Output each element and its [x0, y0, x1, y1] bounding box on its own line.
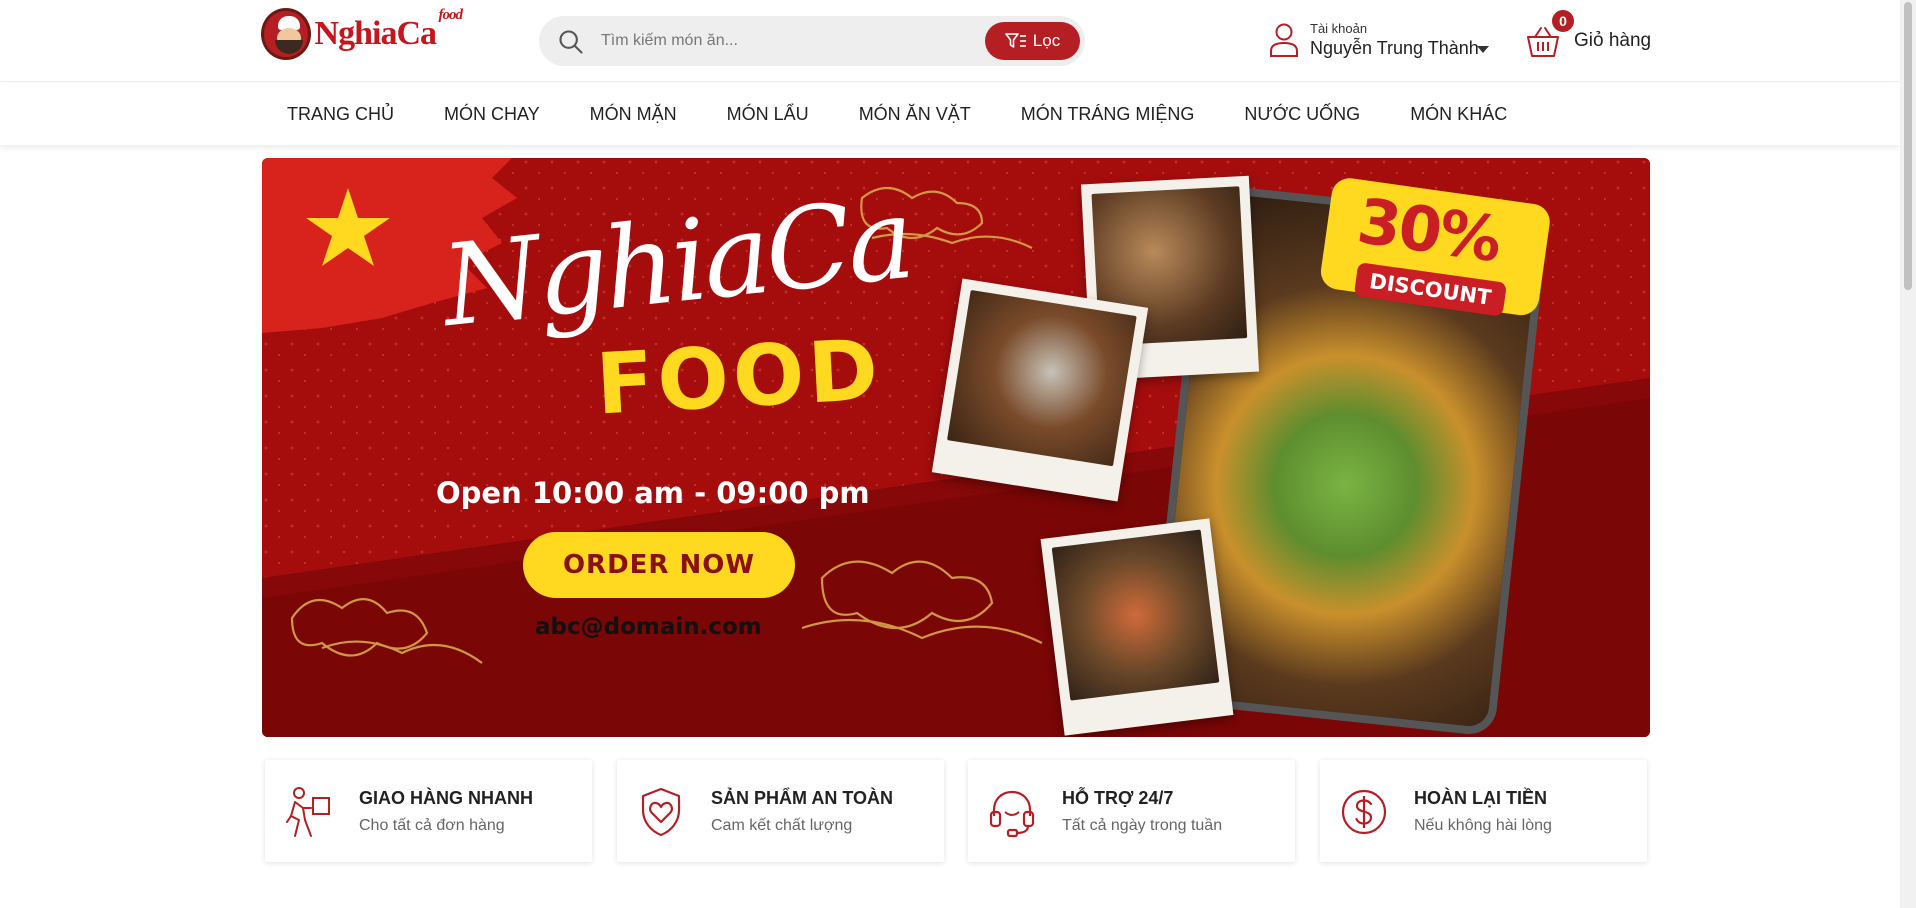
main-nav: TRANG CHỦ MÓN CHAY MÓN MẶN MÓN LẨU MÓN Ă…: [0, 83, 1900, 145]
feature-card-refund: HOÀN LẠI TIỀN Nếu không hài lòng: [1320, 760, 1647, 862]
user-icon: [1270, 23, 1298, 57]
feature-card-support: HỖ TRỢ 24/7 Tất cả ngày trong tuần: [968, 760, 1295, 862]
nav-item-other[interactable]: MÓN KHÁC: [1385, 104, 1532, 125]
polaroid-photo-2: [931, 278, 1149, 502]
feature-title: GIAO HÀNG NHANH: [359, 788, 533, 808]
site-header: NghiaCa food Lọc: [0, 0, 1900, 82]
feature-subtitle: Cho tất cả đơn hàng: [359, 817, 505, 834]
delivery-icon: [286, 787, 330, 837]
account-menu[interactable]: Tài khoản Nguyễn Trung Thành: [1268, 18, 1498, 66]
nav-item-desserts[interactable]: MÓN TRÁNG MIỆNG: [996, 104, 1220, 125]
feature-subtitle: Cam kết chất lượng: [711, 817, 853, 834]
logo-text: NghiaCa food: [314, 7, 463, 52]
dollar-icon: [1341, 789, 1387, 835]
cart-count-badge: 0: [1550, 8, 1576, 34]
search-bar: Lọc: [539, 16, 1085, 66]
filter-label: Lọc: [1032, 31, 1061, 50]
feature-title: SẢN PHẨM AN TOÀN: [711, 788, 894, 808]
feature-card-safety: SẢN PHẨM AN TOÀN Cam kết chất lượng: [617, 760, 944, 862]
contact-email: abc@domain.com: [535, 614, 762, 640]
nav-item-vegetarian[interactable]: MÓN CHAY: [419, 104, 565, 125]
opening-hours: Open 10:00 am - 09:00 pm: [436, 476, 870, 510]
filter-button[interactable]: Lọc: [985, 22, 1080, 60]
nav-item-home[interactable]: TRANG CHỦ: [262, 104, 419, 125]
cart-label: Giỏ hàng: [1574, 30, 1652, 51]
search-input[interactable]: [601, 26, 961, 56]
page-scrollbar[interactable]: [1900, 0, 1916, 908]
chef-logo-icon: [261, 8, 311, 60]
site-logo[interactable]: NghiaCa food: [261, 7, 463, 61]
nav-item-hotpot[interactable]: MÓN LẨU: [702, 104, 834, 125]
scrollbar-thumb[interactable]: [1904, 2, 1912, 290]
nav-item-snacks[interactable]: MÓN ĂN VẶT: [834, 104, 996, 125]
feature-subtitle: Tất cả ngày trong tuần: [1062, 817, 1223, 834]
feature-card-delivery: GIAO HÀNG NHANH Cho tất cả đơn hàng: [265, 760, 592, 862]
logo-superscript: food: [438, 7, 463, 23]
nav-item-savory[interactable]: MÓN MẶN: [565, 104, 702, 125]
order-now-button[interactable]: ORDER NOW: [523, 532, 795, 598]
feature-title: HỖ TRỢ 24/7: [1062, 788, 1174, 808]
page: NghiaCa food Lọc: [0, 0, 1916, 908]
headset-icon: [989, 790, 1035, 838]
feature-subtitle: Nếu không hài lòng: [1414, 817, 1552, 834]
hero-banner[interactable]: NghiaCa FOOD Open 10:00 am - 09:00 pm OR…: [262, 158, 1650, 737]
banner-food-word: FOOD: [593, 320, 885, 434]
polaroid-photo-3: [1040, 518, 1234, 736]
account-name: Nguyễn Trung Thành: [1310, 38, 1479, 58]
cart-button[interactable]: 0 Giỏ hàng: [1526, 8, 1656, 64]
filter-icon: [1004, 33, 1026, 48]
chevron-down-icon[interactable]: [1477, 46, 1489, 53]
nav-item-drinks[interactable]: NƯỚC UỐNG: [1219, 104, 1385, 125]
account-label: Tài khoản: [1310, 21, 1368, 36]
shield-heart-icon: [641, 787, 681, 837]
search-icon[interactable]: [557, 28, 585, 56]
feature-strip: GIAO HÀNG NHANH Cho tất cả đơn hàng SẢN …: [265, 760, 1647, 862]
feature-title: HOÀN LẠI TIỀN: [1414, 788, 1547, 808]
